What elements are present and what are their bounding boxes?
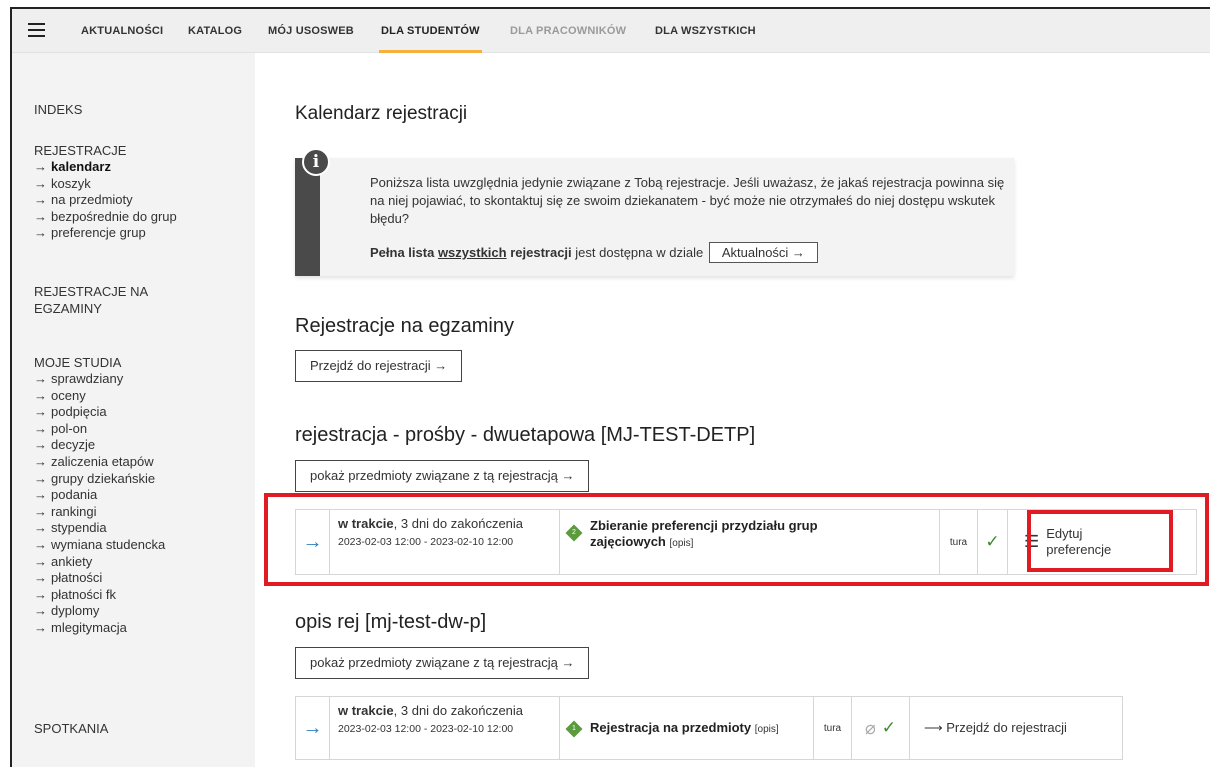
info-footer-post: jest dostępna w dziale: [575, 245, 704, 260]
registration-1-heading: rejestracja - prośby - dwuetapowa [MJ-TE…: [295, 424, 756, 446]
status-remaining: , 3 dni do zakończenia: [393, 703, 524, 718]
sidebar-item-koszyk[interactable]: → koszyk: [34, 176, 177, 193]
nav-item-dla-wszystkich[interactable]: DLA WSZYSTKICH: [655, 25, 756, 37]
highlight-frame-action: [1027, 510, 1173, 572]
sidebar-item[interactable]: → oceny: [34, 388, 165, 405]
arrow-right-icon: →: [34, 225, 47, 241]
sidebar-item[interactable]: → sprawdziany: [34, 371, 165, 388]
sidebar-item[interactable]: → dyplomy: [34, 603, 165, 620]
stage-diamond-icon: 1: [565, 720, 583, 738]
top-navigation: AKTUALNOŚCI KATALOG MÓJ USOSWEB DLA STUD…: [12, 9, 1210, 53]
main-content: Kalendarz rejestracji i Poniższa lista u…: [255, 53, 1210, 767]
arrow-right-icon: →: [34, 536, 47, 552]
hamburger-menu-icon[interactable]: [28, 23, 45, 37]
status-dates: 2023-02-03 12:00 - 2023-02-10 12:00: [338, 723, 514, 735]
opis-link[interactable]: [opis]: [755, 724, 779, 735]
sidebar-item[interactable]: → grupy dziekańskie: [34, 471, 165, 488]
sidebar-item[interactable]: → mlegitymacja: [34, 620, 165, 637]
sidebar-item[interactable]: → płatności: [34, 570, 165, 587]
registration-1-subjects-button[interactable]: pokaż przedmioty związane z tą rejestrac…: [295, 460, 590, 492]
sidebar-item-kalendarz[interactable]: → kalendarz: [34, 159, 177, 176]
sidebar-item[interactable]: → rankingi: [34, 504, 165, 521]
info-footer-pre: Pełna lista: [370, 245, 435, 260]
registration-name-cell: 1 Rejestracja na przedmioty [opis]: [560, 697, 814, 759]
sidebar-list-moje-studia: → sprawdziany → oceny → podpięcia → pol-on →…: [34, 371, 165, 637]
sidebar-item-label: REJESTRACJE NA: [34, 284, 149, 299]
exams-go-button[interactable]: Przejdź do rejestracji →: [295, 350, 463, 382]
sidebar-item-rejestracje-na-egzaminy[interactable]: REJESTRACJE NA EGZAMINY: [34, 283, 148, 317]
arrow-right-icon: →: [34, 437, 47, 453]
nav-item-moj-usosweb[interactable]: MÓJ USOSWEB: [268, 25, 354, 37]
sidebar-item-indeks[interactable]: INDEKS: [34, 101, 82, 118]
arrow-right-icon: →: [34, 586, 47, 602]
page-title: Kalendarz rejestracji: [295, 103, 468, 124]
registration-2-subjects-button[interactable]: pokaż przedmioty związane z tą rejestrac…: [295, 647, 590, 679]
sidebar-item[interactable]: → podpięcia: [34, 404, 165, 421]
arrow-right-icon[interactable]: →: [296, 697, 330, 759]
check-icon: ✓: [881, 718, 897, 737]
browser-frame: AKTUALNOŚCI KATALOG MÓJ USOSWEB DLA STUD…: [10, 7, 1210, 767]
sidebar-item-bezposrednie-do-grup[interactable]: → bezpośrednie do grup: [34, 209, 177, 226]
attachment-and-check: ⌀ ✓: [852, 697, 910, 759]
sidebar-item[interactable]: → pol-on: [34, 421, 165, 438]
registration-2-heading: opis rej [mj-test-dw-p]: [295, 611, 487, 633]
sidebar-heading-moje-studia[interactable]: MOJE STUDIA: [34, 354, 121, 371]
paperclip-icon: ⌀: [864, 717, 876, 738]
arrow-right-icon: →: [34, 192, 47, 208]
sidebar-item-label: EGZAMINY: [34, 301, 102, 316]
arrow-right-icon: →: [34, 603, 47, 619]
nav-item-aktualnosci[interactable]: AKTUALNOŚCI: [81, 25, 163, 37]
arrow-right-icon: →: [34, 175, 47, 191]
arrow-right-icon: →: [34, 470, 47, 486]
exams-heading: Rejestracje na egzaminy: [295, 315, 514, 337]
sidebar-list-rejestracje: → kalendarz → koszyk → na przedmioty → bezpo…: [34, 159, 177, 242]
arrow-right-icon: →: [34, 208, 47, 224]
arrow-right-icon: →: [34, 553, 47, 569]
arrow-right-icon: →: [34, 387, 47, 403]
sidebar-item-preferencje-grup[interactable]: → preferencje grup: [34, 225, 177, 242]
go-to-registration-button[interactable]: ⟶ Przejdź do rejestracji: [910, 697, 1122, 759]
sidebar-item[interactable]: → stypendia: [34, 520, 165, 537]
arrow-right-icon: →: [34, 420, 47, 436]
arrow-right-icon: →: [34, 619, 47, 635]
nav-item-dla-studentow[interactable]: DLA STUDENTÓW: [379, 25, 482, 53]
nav-item-dla-pracownikow[interactable]: DLA PRACOWNIKÓW: [510, 25, 626, 37]
info-footer-link[interactable]: wszystkich: [438, 245, 507, 260]
arrow-right-icon: →: [34, 453, 47, 469]
info-icon: i: [302, 148, 330, 176]
sidebar: INDEKS REJESTRACJE → kalendarz → koszyk → n…: [12, 53, 255, 767]
arrow-right-icon: →: [34, 503, 47, 519]
info-text: Poniższa lista uwzględnia jedynie związa…: [370, 175, 1005, 226]
sidebar-item[interactable]: → decyzje: [34, 437, 165, 454]
sidebar-item[interactable]: → zaliczenia etapów: [34, 454, 165, 471]
status-label: w trakcie: [338, 703, 394, 718]
arrow-right-icon: →: [34, 404, 47, 420]
sidebar-item[interactable]: → podania: [34, 487, 165, 504]
status-cell: w trakcie, 3 dni do zakończenia 2023-02-…: [330, 697, 560, 759]
sidebar-heading-rejestracje[interactable]: REJESTRACJE: [34, 142, 126, 159]
arrow-right-icon: →: [34, 371, 47, 386]
arrow-right-icon: →: [34, 570, 47, 586]
sidebar-item-na-przedmioty[interactable]: → na przedmioty: [34, 192, 177, 209]
info-footer: Pełna lista wszystkich rejestracji jest …: [370, 242, 818, 263]
arrow-right-icon: →: [34, 487, 47, 503]
aktualnosci-button[interactable]: Aktualności →: [708, 242, 818, 263]
registration-2-row: → w trakcie, 3 dni do zakończenia 2023-0…: [295, 696, 1123, 760]
registration-name: Rejestracja na przedmioty: [590, 720, 752, 735]
arrow-right-icon: →: [34, 520, 47, 536]
tura-label: tura: [814, 697, 852, 759]
sidebar-item-spotkania[interactable]: SPOTKANIA: [34, 720, 108, 737]
sidebar-item[interactable]: → wymiana studencka: [34, 537, 165, 554]
info-box: i Poniższa lista uwzględnia jedynie zwią…: [295, 148, 1014, 276]
info-footer-bold: rejestracji: [510, 245, 572, 260]
arrow-right-icon: →: [34, 159, 47, 174]
sidebar-item[interactable]: → ankiety: [34, 554, 165, 571]
nav-item-katalog[interactable]: KATALOG: [188, 25, 242, 37]
sidebar-item[interactable]: → płatności fk: [34, 587, 165, 604]
